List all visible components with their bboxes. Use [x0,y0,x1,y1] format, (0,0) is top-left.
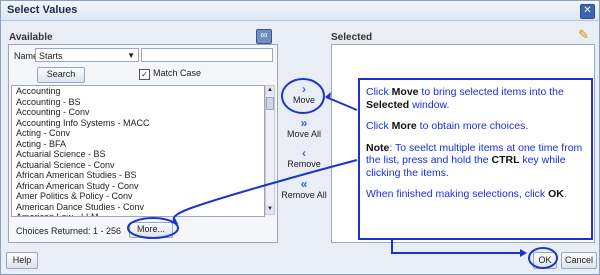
available-list[interactable]: Accounting Accounting - BS Accounting - Co… [11,85,265,217]
dialog-title: Select Values [7,4,78,16]
list-item[interactable]: Accounting - BS [12,97,264,108]
search-button[interactable]: Search [37,67,85,83]
remove-all-label: Remove All [281,190,327,200]
name-operator-value: Starts [39,51,63,61]
list-item[interactable]: Accounting [12,86,264,97]
list-item[interactable]: Actuarial Science - BS [12,149,264,160]
match-case-label: Match Case [153,68,202,78]
cancel-button[interactable]: Cancel [561,252,597,269]
available-panel: Name Starts ▼ Search ✓ Match Case Account… [8,44,278,243]
move-all-button[interactable]: » Move All [281,117,327,139]
callout-ok-text: When finished making selections, click O… [366,188,567,200]
name-operator-select[interactable]: Starts ▼ [35,48,139,62]
instruction-callout: Click Move to bring selected items into … [358,78,593,240]
remove-icon: ‹ [302,146,306,160]
move-button[interactable]: › Move [281,83,327,105]
list-item[interactable]: American Law - LLM [12,212,264,216]
available-label: Available [9,32,53,43]
move-label: Move [292,95,315,105]
callout-note-text: Note: To seelct multiple items at one ti… [366,141,583,179]
ok-button[interactable]: OK [533,252,557,269]
list-item[interactable]: African American Studies - BS [12,170,264,181]
callout-more-text: Click More to obtain more choices. [366,120,529,132]
scroll-up-icon[interactable]: ▲ [266,86,274,95]
select-values-dialog: Select Values ✕ Available ∞ Selected ✎ N… [0,0,600,275]
list-item[interactable]: Accounting - Conv [12,107,264,118]
help-button[interactable]: Help [6,252,38,269]
remove-label: Remove [287,159,321,169]
remove-all-button[interactable]: « Remove All [281,178,327,200]
close-icon[interactable]: ✕ [580,4,595,19]
move-all-icon: » [300,116,308,130]
list-item[interactable]: Accounting Info Systems - MACC [12,118,264,129]
scroll-down-icon[interactable]: ▼ [266,205,274,214]
more-button[interactable]: More... [129,222,173,238]
selected-label: Selected [331,32,373,43]
match-case-checkbox[interactable]: ✓ [139,69,150,80]
list-item[interactable]: Acting - BFA [12,139,264,150]
scroll-thumb[interactable] [266,97,274,110]
choices-returned-text: Choices Returned: 1 - 256 [16,226,122,236]
name-search-input[interactable] [141,48,273,62]
pencil-icon[interactable]: ✎ [578,28,592,42]
list-scrollbar[interactable]: ▲ ▼ [265,85,275,215]
chevron-down-icon: ▼ [127,51,135,60]
match-case-option[interactable]: ✓ Match Case [139,68,201,80]
move-all-label: Move All [286,129,321,139]
list-item[interactable]: American Dance Studies - Conv [12,202,264,213]
list-item[interactable]: Amer Politics & Policy - Conv [12,191,264,202]
callout-move-text: Click Move to bring selected items into … [366,86,564,111]
binoculars-icon[interactable]: ∞ [256,29,272,44]
list-item[interactable]: Acting - Conv [12,128,264,139]
remove-all-icon: « [300,177,308,191]
remove-button[interactable]: ‹ Remove [281,147,327,169]
list-item[interactable]: Actuarial Science - Conv [12,160,264,171]
list-item[interactable]: African American Study - Conv [12,181,264,192]
move-icon: › [302,82,306,96]
title-bar: Select Values ✕ [1,1,599,21]
